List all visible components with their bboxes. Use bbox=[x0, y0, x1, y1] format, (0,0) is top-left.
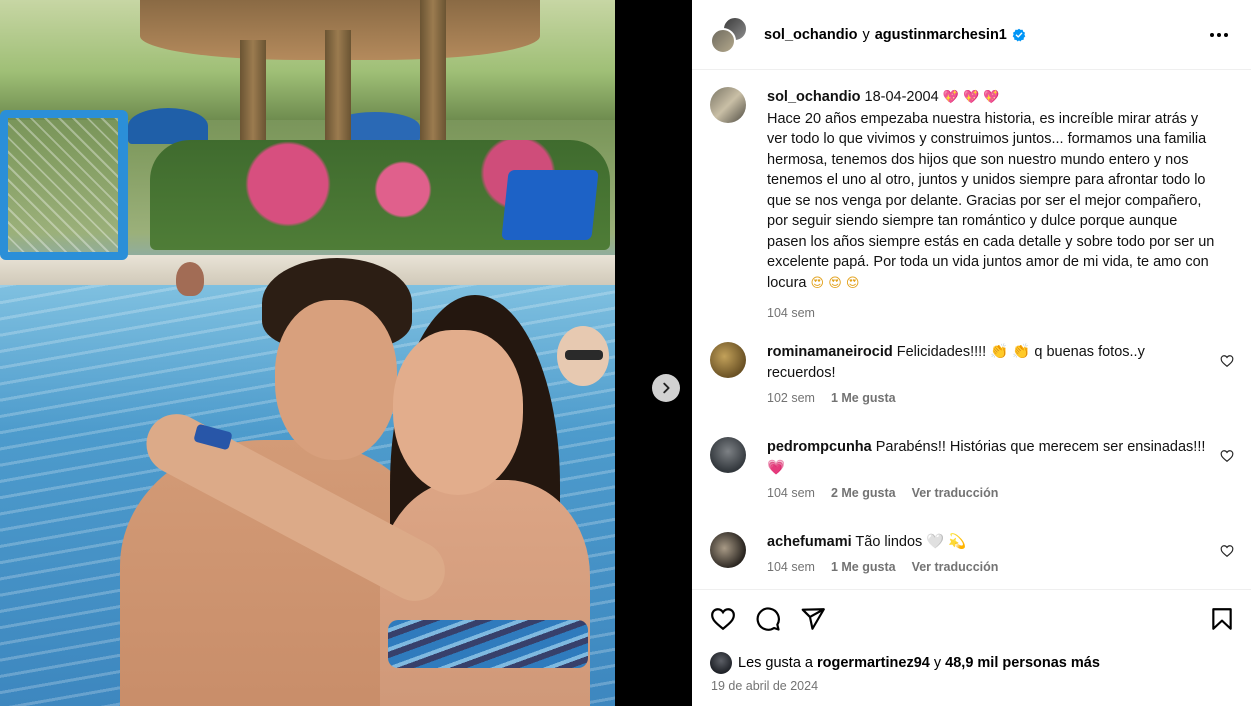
comment-time: 104 sem bbox=[767, 486, 815, 500]
post-side-panel: sol_ochandio y agustinmarchesin1 sol_och… bbox=[692, 0, 1251, 706]
water-polo-goal bbox=[0, 110, 128, 260]
translate-link[interactable]: Ver traducción bbox=[912, 560, 999, 574]
bikini-top bbox=[388, 620, 588, 668]
post-photo[interactable] bbox=[0, 0, 615, 706]
more-options-button[interactable] bbox=[1207, 24, 1231, 46]
heart-icon[interactable] bbox=[1220, 449, 1234, 463]
chevron-right-icon bbox=[663, 382, 670, 394]
avatar[interactable] bbox=[710, 342, 746, 378]
caption-username[interactable]: sol_ochandio bbox=[767, 89, 860, 105]
heart-icon[interactable] bbox=[710, 606, 736, 632]
blue-umbrella bbox=[128, 108, 208, 144]
avatar bbox=[710, 652, 732, 674]
post-caption: sol_ochandio 18-04-2004 💖 💖 💖 Hace 20 añ… bbox=[710, 87, 1230, 324]
post-header: sol_ochandio y agustinmarchesin1 bbox=[692, 0, 1251, 70]
heart-eyes-emoji: 😍 😍 😍 bbox=[810, 275, 860, 291]
caption-text: Hace 20 años empezaba nuestra historia, … bbox=[767, 110, 1215, 291]
comment-likes-link[interactable]: 1 Me gusta bbox=[831, 391, 896, 405]
comment-username[interactable]: rominamaneirocid bbox=[767, 344, 893, 360]
likes-others[interactable]: 48,9 mil personas más bbox=[945, 655, 1100, 671]
caption-time: 104 sem bbox=[767, 306, 815, 320]
comment-item: achefumami Tão lindos 🤍 💫 104 sem 1 Me g… bbox=[710, 532, 1240, 574]
avatar[interactable] bbox=[710, 87, 746, 123]
heart-icon[interactable] bbox=[1220, 544, 1234, 558]
comment-time: 104 sem bbox=[767, 560, 815, 574]
man-face bbox=[275, 300, 397, 460]
next-photo-button[interactable] bbox=[652, 374, 680, 402]
comment-likes-link[interactable]: 2 Me gusta bbox=[831, 486, 896, 500]
likes-joiner: y bbox=[933, 655, 942, 671]
bookmark-icon[interactable] bbox=[1209, 606, 1235, 632]
post-actions: Les gusta a rogermartinez94 y 48,9 mil p… bbox=[692, 589, 1251, 706]
comment-username[interactable]: achefumami bbox=[767, 534, 852, 550]
background-swimmer bbox=[176, 262, 204, 296]
caption-date-line: 18-04-2004 bbox=[864, 89, 939, 105]
header-username-2[interactable]: agustinmarchesin1 bbox=[875, 27, 1007, 43]
avatar[interactable] bbox=[710, 437, 746, 473]
media-letterbox bbox=[615, 0, 692, 706]
comments-list[interactable]: sol_ochandio 18-04-2004 💖 💖 💖 Hace 20 añ… bbox=[692, 71, 1251, 589]
header-username-1[interactable]: sol_ochandio bbox=[764, 27, 857, 43]
comment-username[interactable]: pedrompcunha bbox=[767, 439, 872, 455]
translate-link[interactable]: Ver traducción bbox=[912, 486, 999, 500]
comment-likes-link[interactable]: 1 Me gusta bbox=[831, 560, 896, 574]
likes-summary[interactable]: Les gusta a rogermartinez94 y 48,9 mil p… bbox=[710, 652, 1100, 674]
collab-avatars[interactable] bbox=[710, 15, 748, 54]
comment-text: Tão lindos 🤍 💫 bbox=[855, 534, 967, 550]
avatar[interactable] bbox=[710, 532, 746, 568]
post-date: 19 de abril de 2024 bbox=[711, 679, 819, 693]
more-icon bbox=[1217, 33, 1221, 37]
heart-emoji: 💖 💖 💖 bbox=[942, 90, 1000, 105]
likes-prefix: Les gusta a bbox=[738, 655, 813, 671]
likes-user[interactable]: rogermartinez94 bbox=[817, 655, 930, 671]
more-icon bbox=[1210, 33, 1214, 37]
header-joiner: y bbox=[862, 26, 870, 43]
comment-time: 102 sem bbox=[767, 391, 815, 405]
collab-usernames: sol_ochandio y agustinmarchesin1 bbox=[764, 27, 1026, 43]
comment-item: pedrompcunha Parabéns!! Histórias que me… bbox=[710, 437, 1240, 500]
comment-item: rominamaneirocid Felicidades!!!! 👏 👏 q b… bbox=[710, 342, 1240, 405]
avatar bbox=[710, 27, 736, 54]
palm-trunk bbox=[420, 0, 446, 150]
comment-icon[interactable] bbox=[755, 606, 781, 632]
more-icon bbox=[1224, 33, 1228, 37]
share-icon[interactable] bbox=[800, 606, 826, 632]
sunglasses bbox=[565, 350, 603, 360]
woman-face bbox=[393, 330, 523, 495]
heart-icon[interactable] bbox=[1220, 354, 1234, 368]
verified-badge-icon bbox=[1012, 28, 1026, 41]
lounge-chair bbox=[501, 170, 599, 240]
